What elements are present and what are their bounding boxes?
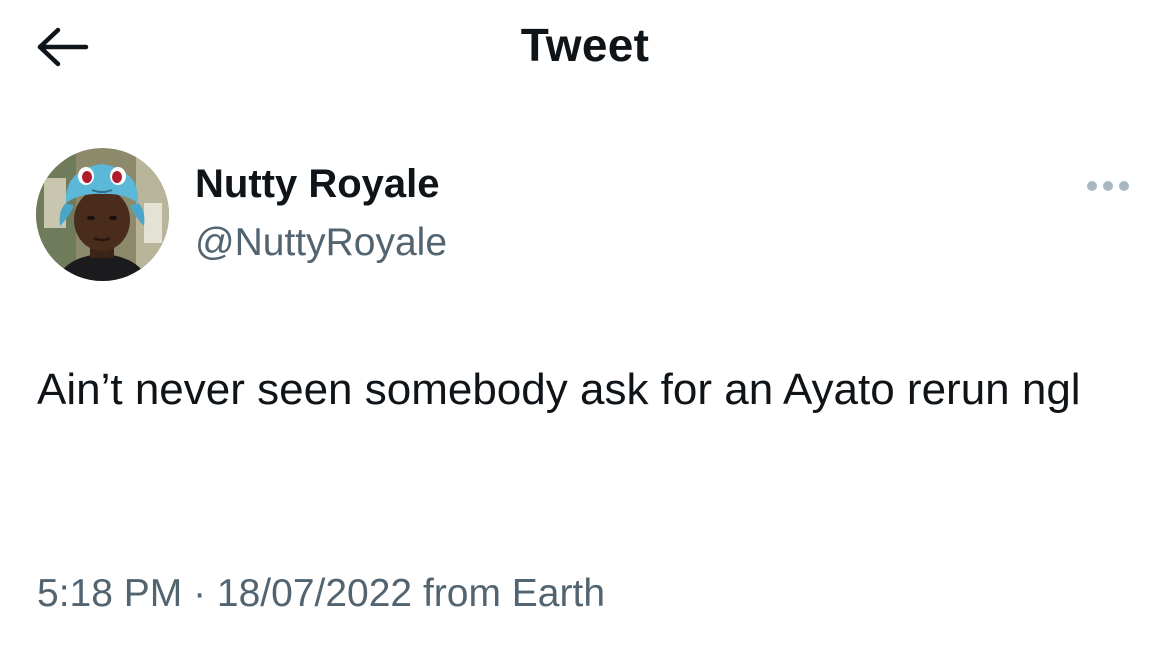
author-handle[interactable]: @NuttyRoyale: [195, 221, 447, 265]
tweet-date[interactable]: 18/07/2022: [217, 572, 412, 615]
profile-photo: [36, 148, 169, 281]
top-bar: Tweet: [0, 0, 1170, 95]
avatar[interactable]: [36, 148, 169, 281]
tweet-source: from Earth: [412, 572, 606, 615]
meta-separator: ·: [182, 572, 217, 615]
tweet-metadata: 5:18 PM · 18/07/2022 from Earth: [37, 572, 605, 616]
page-title: Tweet: [520, 19, 650, 71]
tweet-text: Ain’t never seen somebody ask for an Aya…: [37, 365, 1081, 414]
more-horizontal-icon: [1087, 181, 1129, 191]
author-display-name[interactable]: Nutty Royale: [195, 162, 440, 207]
more-options-button[interactable]: [1078, 168, 1138, 204]
tweet-time[interactable]: 5:18 PM: [37, 572, 182, 615]
